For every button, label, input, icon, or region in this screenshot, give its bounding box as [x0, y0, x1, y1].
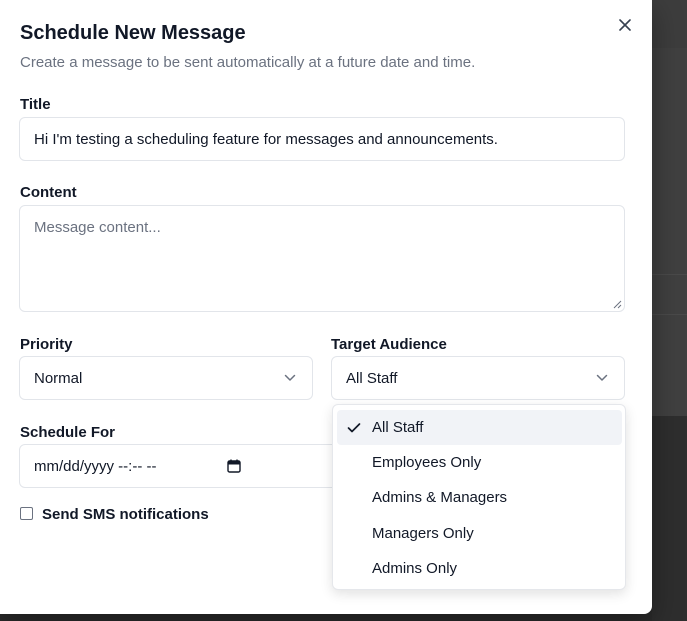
title-input[interactable]: Hi I'm testing a scheduling feature for … — [19, 117, 625, 161]
backdrop-panel-middle — [652, 48, 687, 416]
backdrop-panel-bottom — [652, 416, 687, 621]
target-audience-dropdown: All Staff Employees Only Admins & Manage… — [332, 404, 626, 590]
schedule-message-dialog: Schedule New Message Create a message to… — [0, 0, 652, 614]
priority-label: Priority — [20, 336, 73, 353]
audience-option-label: Admins & Managers — [372, 489, 508, 506]
title-input-value: Hi I'm testing a scheduling feature for … — [34, 130, 498, 148]
priority-select-value: Normal — [34, 369, 83, 387]
sms-checkbox[interactable] — [20, 507, 33, 520]
content-placeholder: Message content... — [34, 219, 161, 236]
priority-select[interactable]: Normal — [19, 356, 313, 400]
audience-option-admins-managers[interactable]: Admins & Managers — [337, 480, 622, 515]
backdrop-divider — [652, 314, 687, 315]
title-label: Title — [20, 96, 51, 113]
backdrop-divider — [652, 274, 687, 275]
close-icon — [619, 19, 631, 31]
content-textarea[interactable]: Message content... — [19, 205, 625, 312]
audience-option-employees-only[interactable]: Employees Only — [337, 445, 622, 480]
close-button[interactable] — [614, 14, 636, 36]
target-audience-label: Target Audience — [331, 336, 447, 353]
audience-option-label: Admins Only — [372, 560, 458, 577]
check-icon — [347, 422, 361, 432]
audience-option-label: All Staff — [372, 419, 424, 436]
resize-handle-icon[interactable] — [613, 300, 622, 309]
target-audience-select[interactable]: All Staff — [331, 356, 625, 400]
chevron-down-icon — [596, 374, 608, 381]
audience-option-admins-only[interactable]: Admins Only — [337, 551, 622, 586]
target-audience-select-value: All Staff — [346, 369, 398, 387]
backdrop-panel-top — [652, 0, 687, 48]
sms-checkbox-label: Send SMS notifications — [42, 506, 209, 523]
audience-option-label: Managers Only — [372, 525, 474, 542]
dialog-subtitle: Create a message to be sent automaticall… — [20, 54, 476, 71]
audience-option-managers-only[interactable]: Managers Only — [337, 516, 622, 551]
content-label: Content — [20, 184, 77, 201]
chevron-down-icon — [284, 374, 296, 381]
audience-option-label: Employees Only — [372, 454, 482, 471]
schedule-datetime-value: mm/dd/yyyy --:-- -- — [34, 457, 157, 475]
schedule-for-label: Schedule For — [20, 424, 116, 441]
schedule-datetime-input[interactable]: mm/dd/yyyy --:-- -- — [19, 444, 349, 488]
dialog-title: Schedule New Message — [20, 22, 246, 44]
calendar-icon[interactable] — [227, 459, 241, 473]
audience-option-all-staff[interactable]: All Staff — [337, 410, 622, 445]
